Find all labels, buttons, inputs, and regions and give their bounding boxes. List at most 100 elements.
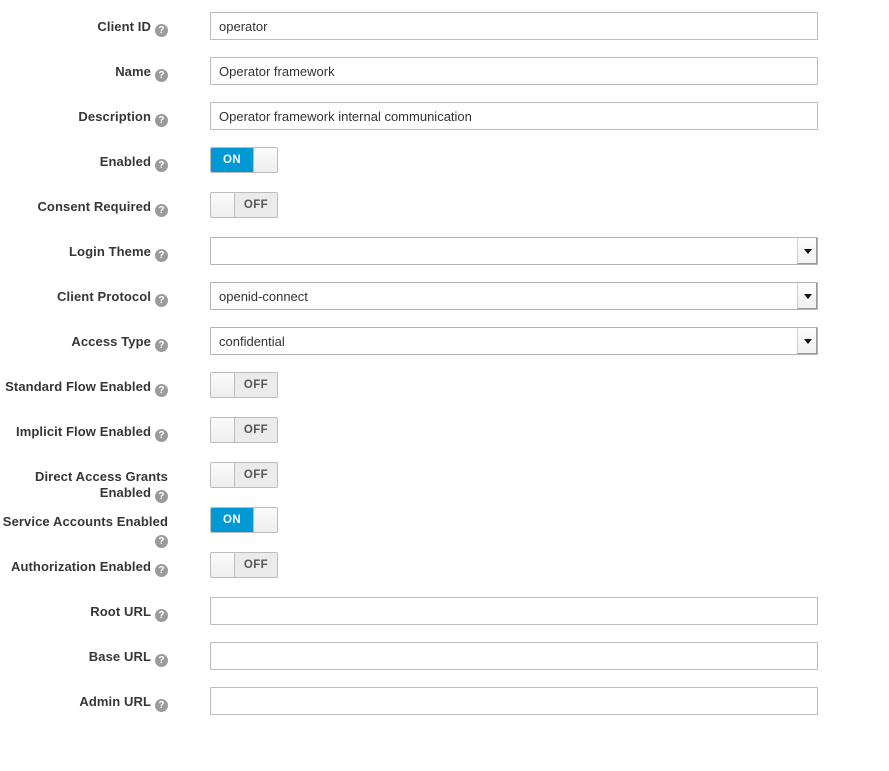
form-row-client-id: Client ID?	[0, 12, 889, 57]
root-url-input[interactable]	[210, 597, 818, 625]
form-row-standard-flow-enabled: Standard Flow Enabled? OFF	[0, 372, 889, 417]
label-description: Description?	[0, 102, 168, 127]
base-url-input[interactable]	[210, 642, 818, 670]
access-type-select[interactable]: confidential	[210, 327, 818, 355]
label-consent-required: Consent Required?	[0, 192, 168, 217]
help-icon-client-protocol[interactable]: ?	[155, 294, 168, 307]
control-description	[168, 102, 889, 130]
access-type-select-wrapper: confidential	[210, 327, 818, 355]
label-text-service-accounts-enabled: Service Accounts Enabled	[3, 514, 168, 529]
control-authorization-enabled: OFF	[168, 552, 889, 580]
control-implicit-flow-enabled: OFF	[168, 417, 889, 445]
control-root-url	[168, 597, 889, 625]
label-base-url: Base URL?	[0, 642, 168, 667]
login-theme-select-wrapper	[210, 237, 818, 265]
label-text-root-url: Root URL	[90, 604, 151, 619]
service-accounts-enabled-toggle-label: ON	[211, 508, 253, 532]
service-accounts-enabled-toggle[interactable]: ON	[210, 507, 278, 533]
label-text-name: Name	[115, 64, 151, 79]
form-row-base-url: Base URL?	[0, 642, 889, 687]
label-text-authorization-enabled: Authorization Enabled	[11, 559, 151, 574]
label-text-base-url: Base URL	[89, 649, 151, 664]
label-text-direct-access-grants-enabled: Direct Access Grants Enabled	[35, 469, 168, 500]
label-service-accounts-enabled: Service Accounts Enabled?	[0, 507, 168, 548]
control-access-type: confidential	[168, 327, 889, 355]
client-settings-form: Client ID?Name?Description?Enabled?ONCon…	[0, 0, 889, 732]
control-enabled: ON	[168, 147, 889, 173]
label-text-access-type: Access Type	[71, 334, 151, 349]
help-icon-base-url[interactable]: ?	[155, 654, 168, 667]
enabled-toggle-handle[interactable]	[253, 148, 277, 172]
client-protocol-select-wrapper: openid-connect	[210, 282, 818, 310]
login-theme-select[interactable]	[210, 237, 818, 265]
implicit-flow-enabled-toggle[interactable]: OFF	[210, 417, 278, 443]
help-icon-access-type[interactable]: ?	[155, 339, 168, 352]
direct-access-grants-enabled-toggle-label: OFF	[235, 463, 277, 487]
enabled-toggle-label: ON	[211, 148, 253, 172]
direct-access-grants-enabled-toggle-handle[interactable]	[211, 463, 235, 487]
authorization-enabled-toggle-handle[interactable]	[211, 553, 235, 577]
service-accounts-enabled-toggle-handle[interactable]	[253, 508, 277, 532]
client-id-input[interactable]	[210, 12, 818, 40]
label-authorization-enabled: Authorization Enabled?	[0, 552, 168, 577]
help-icon-consent-required[interactable]: ?	[155, 204, 168, 217]
label-access-type: Access Type?	[0, 327, 168, 352]
consent-required-toggle-handle[interactable]	[211, 193, 235, 217]
label-direct-access-grants-enabled: Direct Access Grants Enabled?	[0, 462, 168, 503]
label-text-client-protocol: Client Protocol	[57, 289, 151, 304]
standard-flow-enabled-toggle[interactable]: OFF	[210, 372, 278, 398]
help-icon-name[interactable]: ?	[155, 69, 168, 82]
control-direct-access-grants-enabled: OFF	[168, 462, 889, 490]
control-client-protocol: openid-connect	[168, 282, 889, 310]
control-admin-url	[168, 687, 889, 715]
help-icon-direct-access-grants-enabled[interactable]: ?	[155, 490, 168, 503]
implicit-flow-enabled-toggle-handle[interactable]	[211, 418, 235, 442]
help-icon-implicit-flow-enabled[interactable]: ?	[155, 429, 168, 442]
control-name	[168, 57, 889, 85]
control-client-id	[168, 12, 889, 40]
direct-access-grants-enabled-toggle[interactable]: OFF	[210, 462, 278, 488]
implicit-flow-enabled-toggle-label: OFF	[235, 418, 277, 442]
client-protocol-select[interactable]: openid-connect	[210, 282, 818, 310]
form-row-service-accounts-enabled: Service Accounts Enabled? ON	[0, 507, 889, 552]
help-icon-client-id[interactable]: ?	[155, 24, 168, 37]
help-icon-enabled[interactable]: ?	[155, 159, 168, 172]
authorization-enabled-toggle[interactable]: OFF	[210, 552, 278, 578]
label-admin-url: Admin URL?	[0, 687, 168, 712]
help-icon-description[interactable]: ?	[155, 114, 168, 127]
form-row-client-protocol: Client Protocol? openid-connect	[0, 282, 889, 327]
form-row-implicit-flow-enabled: Implicit Flow Enabled? OFF	[0, 417, 889, 462]
help-icon-admin-url[interactable]: ?	[155, 699, 168, 712]
label-text-login-theme: Login Theme	[69, 244, 151, 259]
label-enabled: Enabled?	[0, 147, 168, 172]
form-row-direct-access-grants-enabled: Direct Access Grants Enabled? OFF	[0, 462, 889, 507]
authorization-enabled-toggle-label: OFF	[235, 553, 277, 577]
help-icon-authorization-enabled[interactable]: ?	[155, 564, 168, 577]
label-name: Name?	[0, 57, 168, 82]
consent-required-toggle[interactable]: OFF	[210, 192, 278, 218]
help-icon-service-accounts-enabled[interactable]: ?	[155, 535, 168, 548]
form-row-authorization-enabled: Authorization Enabled? OFF	[0, 552, 889, 597]
form-row-enabled: Enabled? ON	[0, 147, 889, 192]
standard-flow-enabled-toggle-label: OFF	[235, 373, 277, 397]
control-login-theme	[168, 237, 889, 265]
label-login-theme: Login Theme?	[0, 237, 168, 262]
help-icon-login-theme[interactable]: ?	[155, 249, 168, 262]
label-client-protocol: Client Protocol?	[0, 282, 168, 307]
standard-flow-enabled-toggle-handle[interactable]	[211, 373, 235, 397]
name-input[interactable]	[210, 57, 818, 85]
help-icon-root-url[interactable]: ?	[155, 609, 168, 622]
label-root-url: Root URL?	[0, 597, 168, 622]
description-input[interactable]	[210, 102, 818, 130]
label-standard-flow-enabled: Standard Flow Enabled?	[0, 372, 168, 397]
help-icon-standard-flow-enabled[interactable]: ?	[155, 384, 168, 397]
label-text-standard-flow-enabled: Standard Flow Enabled	[5, 379, 151, 394]
form-row-login-theme: Login Theme?	[0, 237, 889, 282]
admin-url-input[interactable]	[210, 687, 818, 715]
label-client-id: Client ID?	[0, 12, 168, 37]
label-text-implicit-flow-enabled: Implicit Flow Enabled	[16, 424, 151, 439]
consent-required-toggle-label: OFF	[235, 193, 277, 217]
enabled-toggle[interactable]: ON	[210, 147, 278, 173]
label-text-enabled: Enabled	[100, 154, 151, 169]
form-row-admin-url: Admin URL?	[0, 687, 889, 732]
